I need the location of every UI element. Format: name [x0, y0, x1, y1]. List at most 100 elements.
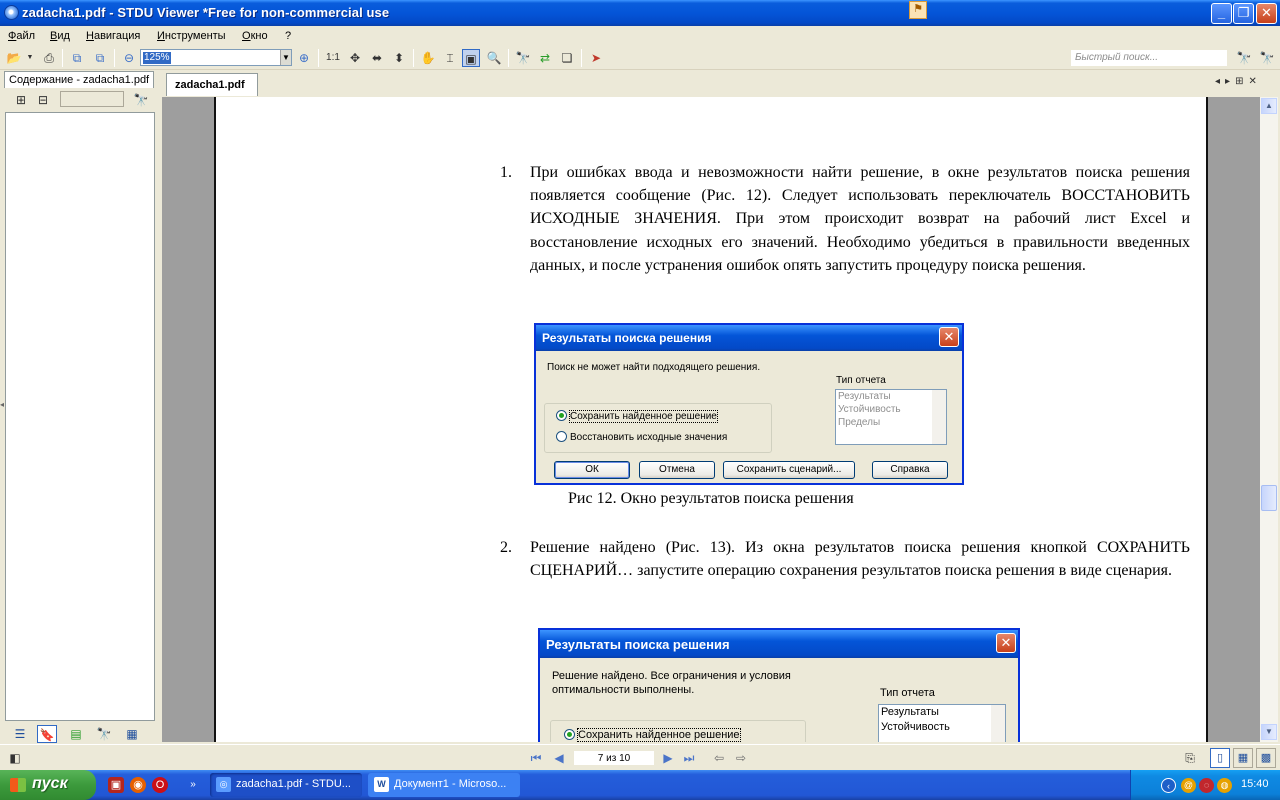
toolbar-separator — [318, 49, 319, 67]
scroll-down-icon[interactable]: ▼ — [1261, 724, 1277, 740]
back-icon[interactable]: ⇦ — [711, 750, 727, 766]
tab-list-icon[interactable]: ⊞ — [1235, 76, 1248, 87]
open-folder-icon[interactable]: 📂 — [5, 49, 23, 67]
copy-icon[interactable]: ❏ — [558, 49, 576, 67]
save-scenario-button: Сохранить сценарий... — [723, 461, 855, 479]
previous-view-icon[interactable]: ⧉ — [68, 49, 86, 67]
firefox-icon[interactable]: ◉ — [130, 777, 146, 793]
paragraph-1: При ошибках ввода и невозможности найти … — [530, 164, 1190, 274]
list-number: 2. — [500, 539, 512, 556]
sync-icon[interactable]: ⇄ — [536, 49, 554, 67]
two-page-view-icon[interactable]: ▦ — [1233, 748, 1253, 768]
contents-view-icon[interactable]: ☰ — [10, 725, 30, 743]
tray-app-icon[interactable]: ◌ — [1199, 778, 1214, 793]
fit-page-icon[interactable]: ✥ — [346, 49, 364, 67]
scroll-thumb[interactable] — [1261, 485, 1277, 511]
start-button[interactable]: пуск — [0, 770, 96, 800]
text-select-icon[interactable]: ⌶ — [441, 49, 459, 67]
report-type-label: Тип отчета — [880, 687, 935, 699]
tray-expand-icon[interactable]: ‹ — [1161, 778, 1176, 793]
maximize-button[interactable]: ❐ — [1233, 3, 1254, 24]
menu-file[interactable]: Файл — [8, 30, 35, 42]
opera-icon[interactable]: O — [152, 777, 168, 793]
forward-icon[interactable]: ⇨ — [733, 750, 749, 766]
tab-close-icon[interactable]: ✕ — [1248, 76, 1261, 87]
scroll-up-icon[interactable]: ▲ — [1261, 98, 1277, 114]
taskbar-item-word[interactable]: W Документ1 - Microso... — [368, 773, 520, 797]
title-bar[interactable]: zadacha1.pdf - STDU Viewer *Free for non… — [0, 0, 1280, 26]
search-view-icon[interactable]: 🔭 — [94, 725, 114, 743]
last-page-icon[interactable]: ⏭ — [681, 750, 697, 766]
quicklaunch-icon[interactable]: ▣ — [108, 777, 124, 793]
clock[interactable]: 15:40 — [1241, 778, 1269, 790]
app-window: zadacha1.pdf - STDU Viewer *Free for non… — [0, 0, 1280, 800]
find-icon[interactable]: 🔭 — [514, 49, 532, 67]
next-page-icon[interactable]: ▶ — [660, 750, 676, 766]
chevron-right-icon[interactable]: » — [188, 777, 198, 793]
quick-search-input[interactable]: Быстрый поиск... — [1070, 49, 1228, 67]
fit-height-icon[interactable]: ⬍ — [390, 49, 408, 67]
taskbar-item-label: Документ1 - Microso... — [394, 778, 507, 790]
vertical-scrollbar[interactable]: ▲ ▼ — [1260, 97, 1278, 742]
hand-tool-icon[interactable]: ✋ — [419, 49, 437, 67]
menu-window[interactable]: Окно — [242, 30, 268, 42]
notification-icon[interactable]: ⚑ — [909, 1, 927, 19]
expand-all-icon[interactable]: ⊞ — [12, 91, 30, 109]
zoom-out-icon[interactable]: ⊖ — [120, 49, 138, 67]
cancel-button: Отмена — [639, 461, 715, 479]
save-view-icon[interactable]: ⎘ — [1181, 749, 1199, 767]
panel-toggle-icon[interactable]: ◧ — [6, 749, 24, 767]
ok-button: ОК — [554, 461, 630, 479]
contents-tree[interactable] — [5, 112, 155, 721]
snapshot-tool-icon[interactable]: ▣ — [462, 49, 480, 67]
tray-mail-icon[interactable]: @ — [1181, 778, 1196, 793]
taskbar-item-label: zadacha1.pdf - STDU... — [236, 778, 351, 790]
menu-view[interactable]: Вид — [50, 30, 70, 42]
collapse-panel-icon[interactable]: ◂ — [0, 400, 4, 409]
tab-prev-icon[interactable]: ◂ — [1215, 76, 1225, 87]
document-tab[interactable]: zadacha1.pdf — [166, 73, 258, 96]
taskbar: пуск ▣ ◉ O » ◎ zadacha1.pdf - STDU... W … — [0, 770, 1280, 800]
menu-navigation[interactable]: Навигация — [86, 30, 140, 42]
search-next-icon[interactable]: 🔭 — [1258, 49, 1276, 67]
list-scrollbar — [932, 390, 946, 444]
collapse-all-icon[interactable]: ⊟ — [34, 91, 52, 109]
app-icon[interactable] — [4, 5, 19, 20]
contents-panel-tab[interactable]: Содержание - zadacha1.pdf — [4, 71, 154, 88]
zoom-combobox[interactable]: 125% ▼ — [140, 49, 292, 66]
next-view-icon[interactable]: ⧉ — [91, 49, 109, 67]
continuous-view-icon[interactable]: ▩ — [1256, 748, 1276, 768]
contents-find-icon[interactable]: 🔭 — [132, 91, 150, 109]
thumbnails-view-icon[interactable]: ▤ — [66, 725, 86, 743]
menu-tools[interactable]: Инструменты — [157, 30, 226, 42]
first-page-icon[interactable]: ⏮ — [528, 750, 544, 766]
bookmarks-view-icon[interactable]: 🔖 — [37, 725, 57, 743]
document-viewport[interactable]: 1. При ошибках ввода и невозможности най… — [162, 97, 1260, 742]
list-item: Устойчивость — [838, 404, 901, 415]
page-number-field[interactable]: 7 из 10 — [573, 750, 655, 766]
actual-size-button[interactable]: 1:1 — [324, 49, 342, 67]
zoom-in-icon[interactable]: ⊕ — [295, 49, 313, 67]
print-icon[interactable]: ⎙ — [40, 49, 58, 67]
zoom-tool-icon[interactable]: 🔍 — [485, 49, 503, 67]
chevron-down-icon[interactable]: ▼ — [280, 50, 291, 65]
fit-width-icon[interactable]: ⬌ — [368, 49, 386, 67]
notes-view-icon[interactable]: ▦ — [122, 725, 142, 743]
tab-next-icon[interactable]: ▸ — [1225, 76, 1235, 87]
contents-search-input[interactable] — [60, 91, 124, 107]
menu-help[interactable]: ? — [285, 30, 291, 42]
figure-13-dialog: Результаты поиска решения ✕ Решение найд… — [538, 628, 1020, 742]
open-dropdown-icon[interactable]: ▼ — [25, 49, 35, 67]
previous-page-icon[interactable]: ◀ — [551, 750, 567, 766]
radio-selected-icon — [556, 410, 567, 421]
bookmark-add-icon[interactable]: ➤ — [587, 49, 605, 67]
taskbar-item-stdu[interactable]: ◎ zadacha1.pdf - STDU... — [210, 773, 362, 797]
minimize-button[interactable]: _ — [1211, 3, 1232, 24]
close-icon: ✕ — [939, 327, 959, 347]
search-prev-icon[interactable]: 🔭 — [1235, 49, 1253, 67]
close-button[interactable]: ✕ — [1256, 3, 1277, 24]
figure-12-caption: Рис 12. Окно результатов поиска решения — [568, 490, 854, 507]
report-type-list: Результаты Устойчивость — [878, 704, 1006, 742]
single-page-view-icon[interactable]: ▯ — [1210, 748, 1230, 768]
tray-app-icon[interactable]: ◍ — [1217, 778, 1232, 793]
